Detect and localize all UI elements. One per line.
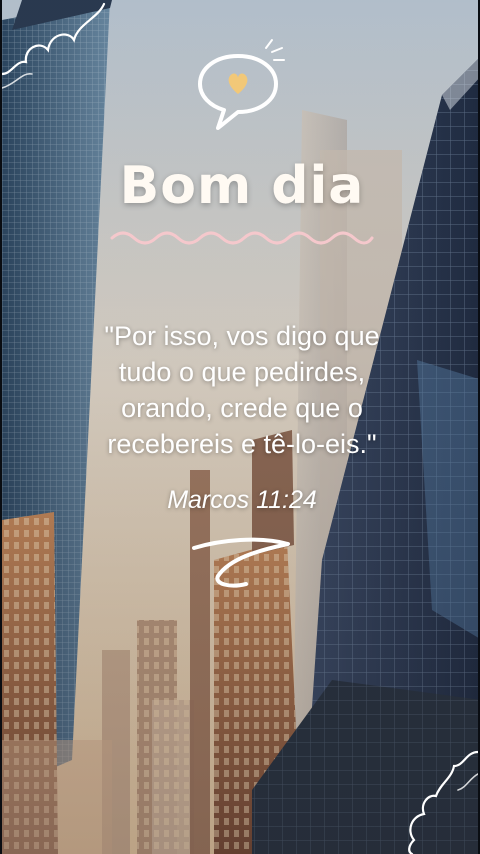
cloud-doodle-icon: [2, 2, 106, 89]
greeting-title: Bom dia: [119, 156, 365, 216]
story-frame: Bom dia "Por isso, vos digo que tudo o q…: [0, 0, 480, 854]
bible-quote: "Por isso, vos digo que tudo o que pedir…: [104, 321, 380, 459]
heart-speech-bubble-icon: [198, 39, 285, 130]
scribble-doodle-icon: [192, 537, 290, 588]
verse-reference: Marcos 11:24: [167, 486, 317, 514]
cloud-doodle-icon: [408, 750, 478, 854]
wave-underline-icon: [110, 231, 374, 245]
